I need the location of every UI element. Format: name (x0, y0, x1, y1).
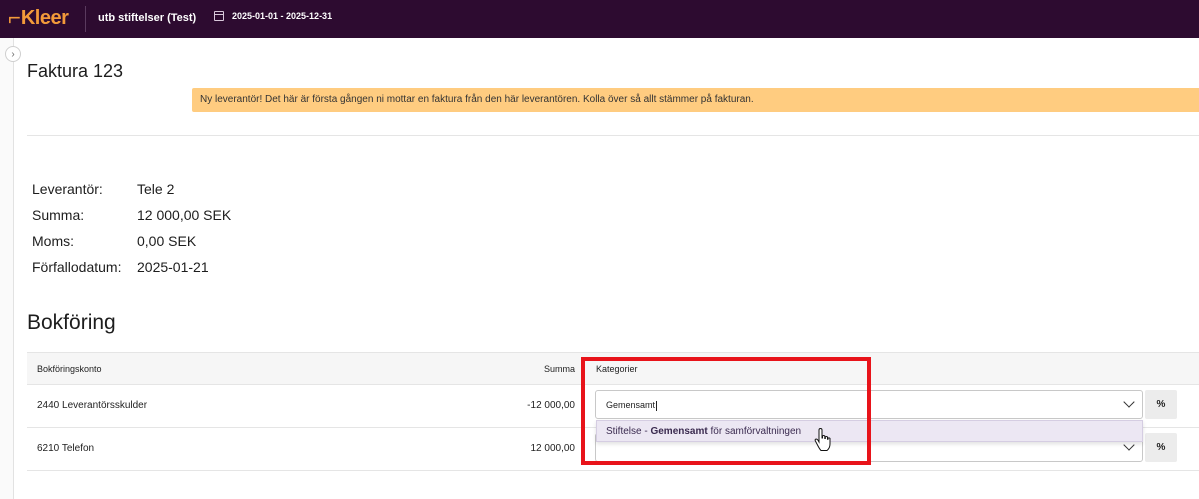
info-row-supplier: Leverantör: Tele 2 (32, 176, 231, 202)
info-label: Summa: (32, 207, 85, 223)
account-cell: 6210 Telefon (37, 443, 95, 454)
info-row-sum: Summa: 12 000,00 SEK (32, 202, 231, 228)
chevron-right-icon: › (11, 48, 15, 60)
period-label: 2025-01-01 - 2025-12-31 (232, 11, 333, 21)
info-label: Förfallodatum: (32, 259, 122, 275)
percent-button[interactable]: % (1145, 390, 1177, 419)
expand-sidebar-button[interactable]: › (5, 46, 21, 62)
info-value: Tele 2 (137, 181, 175, 197)
top-bar: ⌐ Kleer utb stiftelser (Test) 2025-01-01… (0, 0, 1199, 38)
info-value: 12 000,00 SEK (137, 207, 232, 223)
bookkeeping-title: Bokföring (27, 311, 116, 334)
kleer-logo[interactable]: ⌐ Kleer (8, 5, 69, 30)
invoice-info: Leverantör: Tele 2 Summa: 12 000,00 SEK … (32, 176, 231, 280)
chevron-down-icon[interactable] (1123, 396, 1135, 408)
logo-icon: ⌐ (8, 5, 21, 30)
info-value: 2025-01-21 (137, 259, 209, 275)
column-header-account: Bokföringskonto (37, 364, 102, 374)
new-supplier-alert: Ny leverantör! Det här är första gången … (192, 88, 1199, 112)
account-cell: 2440 Leverantörsskulder (37, 400, 148, 411)
calendar-icon (214, 11, 224, 21)
sum-cell: -12 000,00 (527, 400, 575, 411)
info-label: Moms: (32, 233, 74, 249)
organization-name[interactable]: utb stiftelser (Test) (98, 12, 196, 24)
divider (27, 135, 1199, 136)
page-title: Faktura 123 (27, 61, 124, 81)
percent-button[interactable]: % (1145, 433, 1177, 462)
highlight-box (581, 357, 871, 465)
column-header-sum: Summa (544, 364, 576, 374)
info-row-due-date: Förfallodatum: 2025-01-21 (32, 254, 231, 280)
info-label: Leverantör: (32, 181, 103, 197)
info-value: 0,00 SEK (137, 233, 197, 249)
side-rail (0, 38, 14, 499)
period-selector[interactable]: 2025-01-01 - 2025-12-31 (214, 11, 332, 21)
sum-cell: 12 000,00 (530, 443, 576, 454)
info-row-vat: Moms: 0,00 SEK (32, 228, 231, 254)
logo-text: Kleer (20, 6, 69, 29)
topbar-divider (85, 6, 86, 32)
